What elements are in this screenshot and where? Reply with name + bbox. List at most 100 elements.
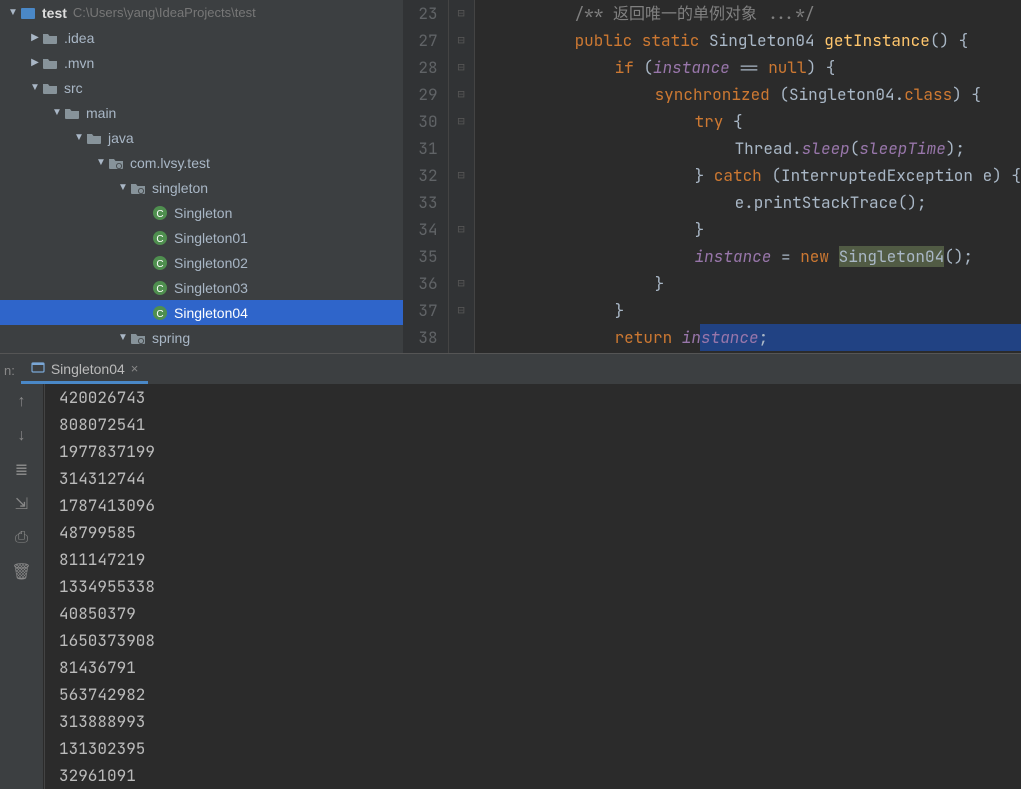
tree-item-label: .mvn — [64, 55, 94, 71]
tree-item-src[interactable]: ▼ src — [0, 75, 403, 100]
tree-item--idea[interactable]: ▶ .idea — [0, 25, 403, 50]
tree-item-label: src — [64, 80, 83, 96]
fold-mark — [449, 243, 474, 270]
line-number: 31 — [413, 135, 438, 162]
line-number: 27 — [413, 27, 438, 54]
console-line: 314312744 — [59, 465, 1021, 492]
tree-item-singleton[interactable]: ▼ singleton — [0, 175, 403, 200]
class-icon: C — [152, 230, 168, 246]
fold-mark[interactable]: ⊟ — [449, 216, 474, 243]
console-tab-singleton04[interactable]: Singleton04 × — [21, 356, 149, 384]
console-line: 131302395 — [59, 735, 1021, 762]
code-line[interactable]: } — [495, 216, 1021, 243]
tree-item-java[interactable]: ▼java — [0, 125, 403, 150]
line-number: 30 — [413, 108, 438, 135]
fold-mark[interactable]: ⊟ — [449, 0, 474, 27]
tree-item-label: com.lvsy.test — [130, 155, 210, 171]
clear-icon[interactable]: 🗑 — [10, 560, 34, 584]
chevron-down-icon[interactable]: ▼ — [50, 107, 64, 118]
tree-item-test[interactable]: ▼ test C:\Users\yang\IdeaProjects\test — [0, 0, 403, 25]
console-line: 1787413096 — [59, 492, 1021, 519]
code-line[interactable]: Thread.sleep(sleepTime); — [495, 135, 1021, 162]
console-line: 32961091 — [59, 762, 1021, 789]
line-number: 29 — [413, 81, 438, 108]
tree-item-label: Singleton02 — [174, 255, 248, 271]
code-line[interactable]: try { — [495, 108, 1021, 135]
down-stack-icon[interactable]: ↓ — [10, 424, 34, 448]
chevron-down-icon[interactable]: ▼ — [94, 157, 108, 168]
fold-mark[interactable]: ⊟ — [449, 81, 474, 108]
tree-item--mvn[interactable]: ▶ .mvn — [0, 50, 403, 75]
tree-item-main[interactable]: ▼ main — [0, 100, 403, 125]
class-icon: C — [152, 280, 168, 296]
editor-gutter: 23272829303132333435363738 ⊟⊟⊟⊟⊟⊟⊟⊟⊟ — [403, 0, 475, 353]
console-line: 81436791 — [59, 654, 1021, 681]
tree-item-path: C:\Users\yang\IdeaProjects\test — [73, 5, 256, 20]
code-line[interactable]: } — [495, 297, 1021, 324]
up-stack-icon[interactable]: ↑ — [10, 390, 34, 414]
code-line[interactable]: } — [495, 270, 1021, 297]
chevron-down-icon[interactable]: ▼ — [6, 7, 20, 18]
class-icon: C — [152, 205, 168, 221]
line-number: 28 — [413, 54, 438, 81]
tree-item-singleton02[interactable]: CSingleton02 — [0, 250, 403, 275]
tree-item-singleton04[interactable]: C Singleton04 — [0, 300, 403, 325]
tree-item-spring[interactable]: ▼spring — [0, 325, 403, 350]
tree-item-label: Singleton04 — [174, 305, 248, 321]
scroll-to-end-icon[interactable]: ⇲ — [10, 492, 34, 516]
fold-mark[interactable]: ⊟ — [449, 108, 474, 135]
chevron-down-icon[interactable]: ▼ — [116, 182, 130, 193]
fold-mark[interactable]: ⊟ — [449, 297, 474, 324]
code-line[interactable]: synchronized (Singleton04.class) { — [495, 81, 1021, 108]
chevron-down-icon[interactable]: ▼ — [116, 332, 130, 343]
tree-item-com-lvsy-test[interactable]: ▼ com.lvsy.test — [0, 150, 403, 175]
console-line: 1334955338 — [59, 573, 1021, 600]
project-tree[interactable]: ▼ test C:\Users\yang\IdeaProjects\test ▶ .id… — [0, 0, 403, 353]
code-editor[interactable]: 23272829303132333435363738 ⊟⊟⊟⊟⊟⊟⊟⊟⊟ /**… — [403, 0, 1021, 353]
code-line[interactable]: } catch (InterruptedException e) { — [495, 162, 1021, 189]
tree-item-label: main — [86, 105, 116, 121]
fold-mark[interactable]: ⊟ — [449, 162, 474, 189]
tree-item-singleton03[interactable]: CSingleton03 — [0, 275, 403, 300]
line-number: 37 — [413, 297, 438, 324]
code-line[interactable]: public static Singleton04 getInstance() … — [495, 27, 1021, 54]
print-icon[interactable]: ⎙ — [10, 526, 34, 550]
console-line: 1650373908 — [59, 627, 1021, 654]
console-output[interactable]: 4200267438080725411977837199314312744178… — [44, 384, 1021, 789]
chevron-right-icon[interactable]: ▶ — [28, 57, 42, 68]
line-number: 33 — [413, 189, 438, 216]
svg-text:C: C — [156, 234, 163, 245]
run-config-icon — [31, 360, 45, 377]
tree-item-label: test — [42, 5, 67, 21]
folder-icon — [42, 31, 58, 45]
run-tool-window: n: Singleton04 × ↑ ↓ ≣ ⇲ ⎙ 🗑 42002674380… — [0, 353, 1021, 789]
line-number: 38 — [413, 324, 438, 351]
package-icon — [130, 181, 146, 195]
code-line[interactable]: instance = new Singleton04(); — [495, 243, 1021, 270]
console-line: 811147219 — [59, 546, 1021, 573]
tree-item-label: singleton — [152, 180, 208, 196]
line-number: 32 — [413, 162, 438, 189]
console-line: 563742982 — [59, 681, 1021, 708]
console-tab-bar[interactable]: n: Singleton04 × — [0, 354, 1021, 384]
tree-item-singleton[interactable]: CSingleton — [0, 200, 403, 225]
console-line: 40850379 — [59, 600, 1021, 627]
chevron-down-icon[interactable]: ▼ — [28, 82, 42, 93]
chevron-down-icon[interactable]: ▼ — [72, 132, 86, 143]
code-line[interactable]: e.printStackTrace(); — [495, 189, 1021, 216]
soft-wrap-icon[interactable]: ≣ — [10, 458, 34, 482]
chevron-right-icon[interactable]: ▶ — [28, 32, 42, 43]
class-icon: C — [152, 305, 168, 321]
line-number: 36 — [413, 270, 438, 297]
fold-mark[interactable]: ⊟ — [449, 27, 474, 54]
tree-item-label: Singleton01 — [174, 230, 248, 246]
fold-mark[interactable]: ⊟ — [449, 54, 474, 81]
tree-item-label: .idea — [64, 30, 94, 46]
editor-code-area[interactable]: /** 返回唯一的单例对象 ...*/public static Singlet… — [475, 0, 1021, 353]
close-icon[interactable]: × — [131, 361, 139, 376]
code-line[interactable]: if (instance == null) { — [495, 54, 1021, 81]
code-line[interactable]: /** 返回唯一的单例对象 ...*/ — [495, 0, 1021, 27]
fold-marks[interactable]: ⊟⊟⊟⊟⊟⊟⊟⊟⊟ — [449, 0, 475, 353]
tree-item-singleton01[interactable]: C Singleton01 — [0, 225, 403, 250]
fold-mark[interactable]: ⊟ — [449, 270, 474, 297]
